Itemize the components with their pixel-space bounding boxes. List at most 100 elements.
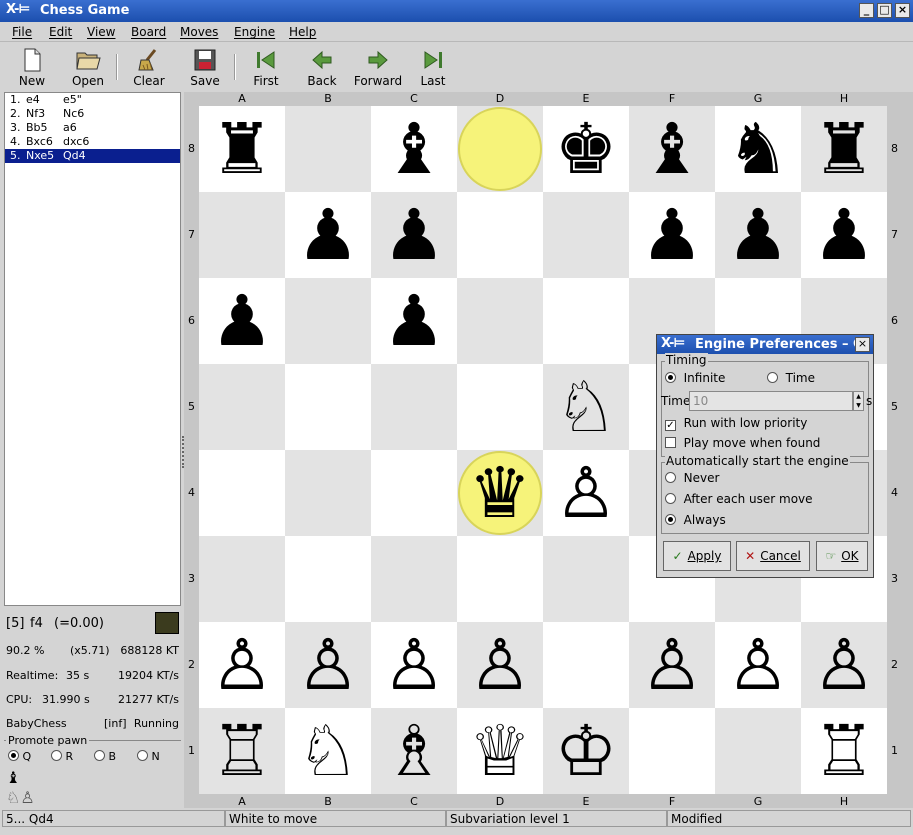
move-row[interactable]: 1. e4 e5" <box>5 93 180 107</box>
menu-board[interactable]: Board <box>131 25 166 39</box>
last-button[interactable]: Last <box>405 48 461 90</box>
promote-r-radio[interactable] <box>51 750 62 761</box>
square-c3[interactable] <box>371 536 457 622</box>
dialog-close-button[interactable]: × <box>855 337 870 352</box>
save-button[interactable]: Save <box>177 48 233 90</box>
forward-button[interactable]: Forward <box>350 48 406 90</box>
promote-n-radio[interactable] <box>137 750 148 761</box>
move-row[interactable]: 2. Nf3 Nc6 <box>5 107 180 121</box>
white-king-piece[interactable]: ♔ <box>543 708 629 794</box>
square-a3[interactable] <box>199 536 285 622</box>
low-priority-option[interactable]: ✓ Run with low priority <box>665 416 807 431</box>
square-a7[interactable] <box>199 192 285 278</box>
time-option[interactable]: Time <box>767 371 815 385</box>
square-b7[interactable]: ♟ <box>285 192 371 278</box>
maximize-button[interactable]: □ <box>877 3 892 18</box>
square-b1[interactable]: ♘ <box>285 708 371 794</box>
promote-q-radio[interactable] <box>8 750 19 761</box>
white-pawn-piece[interactable]: ♙ <box>715 622 801 708</box>
black-rook-piece[interactable]: ♜ <box>801 106 887 192</box>
move-row[interactable]: 3. Bb5 a6 <box>5 121 180 135</box>
square-b6[interactable] <box>285 278 371 364</box>
promote-option-q[interactable]: Q <box>8 750 31 763</box>
square-c2[interactable]: ♙ <box>371 622 457 708</box>
white-pawn-piece[interactable]: ♙ <box>543 450 629 536</box>
square-d2[interactable]: ♙ <box>457 622 543 708</box>
close-window-button[interactable]: × <box>895 3 910 18</box>
square-a8[interactable]: ♜ <box>199 106 285 192</box>
after-move-radio[interactable] <box>665 493 676 504</box>
play-when-found-checkbox[interactable] <box>665 437 676 448</box>
black-pawn-piece[interactable]: ♟ <box>371 192 457 278</box>
back-button[interactable]: Back <box>294 48 350 90</box>
square-c5[interactable] <box>371 364 457 450</box>
black-pawn-piece[interactable]: ♟ <box>715 192 801 278</box>
menu-view[interactable]: View <box>87 25 115 39</box>
white-pawn-piece[interactable]: ♙ <box>199 622 285 708</box>
square-e1[interactable]: ♔ <box>543 708 629 794</box>
square-f7[interactable]: ♟ <box>629 192 715 278</box>
white-rook-piece[interactable]: ♖ <box>801 708 887 794</box>
low-priority-checkbox[interactable]: ✓ <box>665 420 676 431</box>
square-c8[interactable]: ♝ <box>371 106 457 192</box>
square-a6[interactable]: ♟ <box>199 278 285 364</box>
menu-edit[interactable]: Edit <box>49 25 72 39</box>
move-row[interactable]: 4. Bxc6 dxc6 <box>5 135 180 149</box>
promote-b-radio[interactable] <box>94 750 105 761</box>
square-g1[interactable] <box>715 708 801 794</box>
square-d4[interactable]: ♛ <box>457 450 543 536</box>
square-d7[interactable] <box>457 192 543 278</box>
square-a4[interactable] <box>199 450 285 536</box>
open-button[interactable]: Open <box>60 48 116 90</box>
never-radio[interactable] <box>665 472 676 483</box>
time-input[interactable]: 10 <box>689 391 853 411</box>
square-e6[interactable] <box>543 278 629 364</box>
white-rook-piece[interactable]: ♖ <box>199 708 285 794</box>
square-c4[interactable] <box>371 450 457 536</box>
square-h7[interactable]: ♟ <box>801 192 887 278</box>
black-pawn-piece[interactable]: ♟ <box>371 278 457 364</box>
square-h1[interactable]: ♖ <box>801 708 887 794</box>
black-pawn-piece[interactable]: ♟ <box>629 192 715 278</box>
white-queen-piece[interactable]: ♕ <box>457 708 543 794</box>
menu-help[interactable]: Help <box>289 25 316 39</box>
square-b2[interactable]: ♙ <box>285 622 371 708</box>
square-d8[interactable] <box>457 106 543 192</box>
black-bishop-piece[interactable]: ♝ <box>371 106 457 192</box>
move-list[interactable]: 1. e4 e5" 2. Nf3 Nc6 3. Bb5 a6 4. Bxc6 dxc6 5. Nxe5 Qd… <box>4 92 181 606</box>
white-pawn-piece[interactable]: ♙ <box>629 622 715 708</box>
square-e7[interactable] <box>543 192 629 278</box>
black-pawn-piece[interactable]: ♟ <box>199 278 285 364</box>
white-knight-piece[interactable]: ♘ <box>285 708 371 794</box>
white-pawn-piece[interactable]: ♙ <box>371 622 457 708</box>
square-g7[interactable]: ♟ <box>715 192 801 278</box>
square-h2[interactable]: ♙ <box>801 622 887 708</box>
menu-file[interactable]: File <box>12 25 32 39</box>
first-button[interactable]: First <box>238 48 294 90</box>
infinite-option[interactable]: Infinite <box>665 371 725 385</box>
promote-option-b[interactable]: B <box>94 750 116 763</box>
square-f8[interactable]: ♝ <box>629 106 715 192</box>
square-a5[interactable] <box>199 364 285 450</box>
white-knight-piece[interactable]: ♘ <box>543 364 629 450</box>
square-b3[interactable] <box>285 536 371 622</box>
square-d5[interactable] <box>457 364 543 450</box>
white-pawn-piece[interactable]: ♙ <box>457 622 543 708</box>
window-titlebar[interactable]: X-⊨ Chess Game _ □ × <box>0 0 913 22</box>
square-c7[interactable]: ♟ <box>371 192 457 278</box>
black-king-piece[interactable]: ♚ <box>543 106 629 192</box>
always-radio[interactable] <box>665 514 676 525</box>
time-radio[interactable] <box>767 372 778 383</box>
promote-option-r[interactable]: R <box>51 750 73 763</box>
dialog-titlebar[interactable]: X-⊨ Engine Preferences – C <box>657 335 873 354</box>
ok-button[interactable]: ☞ OK <box>816 541 868 571</box>
square-b5[interactable] <box>285 364 371 450</box>
square-f2[interactable]: ♙ <box>629 622 715 708</box>
square-c1[interactable]: ♗ <box>371 708 457 794</box>
square-e8[interactable]: ♚ <box>543 106 629 192</box>
black-rook-piece[interactable]: ♜ <box>199 106 285 192</box>
square-a1[interactable]: ♖ <box>199 708 285 794</box>
time-spinner[interactable]: ▲ ▼ <box>853 391 864 411</box>
black-knight-piece[interactable]: ♞ <box>715 106 801 192</box>
clear-button[interactable]: Clear <box>121 48 177 90</box>
